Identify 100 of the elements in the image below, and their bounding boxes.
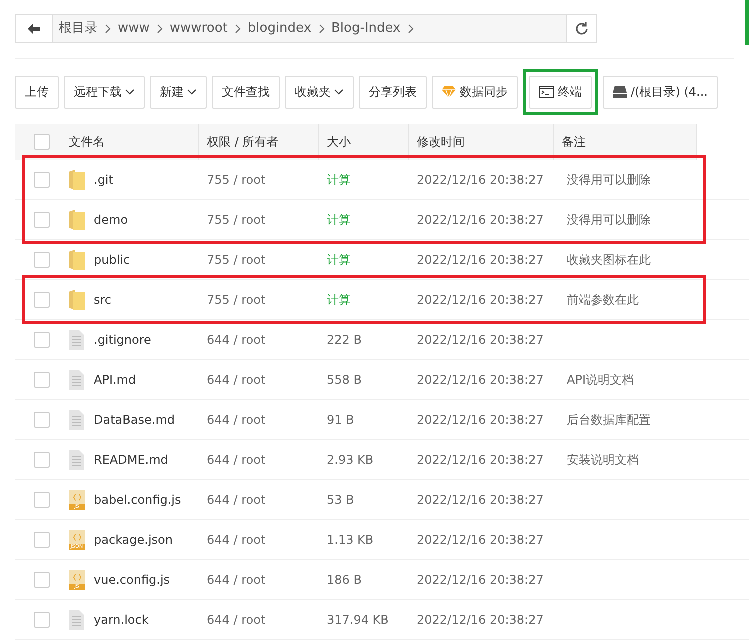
modified-time: 2022/12/16 20:38:27 [417,412,544,426]
modified-time: 2022/12/16 20:38:27 [417,372,544,386]
size-text: 186 B [327,572,362,586]
toolbar-button[interactable]: 文件查找 [212,76,280,108]
braces-icon [72,534,82,540]
permission-text: 644 / root [207,372,266,386]
gem-icon [442,86,456,98]
modified-time: 2022/12/16 20:38:27 [417,532,544,546]
file-name[interactable]: .gitignore [94,332,152,346]
size-text: 53 B [327,492,354,506]
toolbar-button[interactable]: 新建 [150,76,207,108]
file-name[interactable]: API.md [94,372,136,386]
permission-text: 644 / root [207,532,266,546]
select-all-checkbox[interactable] [34,134,50,150]
row-checkbox[interactable] [34,612,50,628]
modified-time: 2022/12/16 20:38:27 [417,492,544,506]
modified-time: 2022/12/16 20:38:27 [417,572,544,586]
toolbar-button[interactable]: 远程下载 [64,76,145,108]
modified-time: 2022/12/16 20:38:27 [417,212,544,226]
note-text: 没得用可以删除 [567,212,651,226]
file-name[interactable]: .git [94,172,114,186]
document-icon [69,450,84,470]
row-checkbox[interactable] [34,332,50,348]
note-text: API说明文档 [567,372,634,386]
folder-icon [69,250,85,270]
file-name[interactable]: babel.config.js [94,492,182,506]
row-checkbox[interactable] [34,492,50,508]
toolbar-button[interactable]: /(根目录) (4... [603,76,718,108]
modified-time: 2022/12/16 20:38:27 [417,292,544,306]
file-name[interactable]: src [94,292,112,306]
toolbar-button[interactable]: 分享列表 [359,76,427,108]
modified-time: 2022/12/16 20:38:27 [417,252,544,266]
file-name[interactable]: demo [94,212,128,226]
column-header[interactable]: 修改时间 [417,133,465,151]
breadcrumb-item[interactable]: 根目录 [59,18,98,38]
file-name[interactable]: public [94,252,130,266]
modified-time: 2022/12/16 20:38:27 [417,172,544,186]
row-checkbox[interactable] [34,172,50,188]
document-icon [69,610,84,630]
file-name[interactable]: yarn.lock [94,612,149,626]
disk-icon [613,86,627,98]
row-checkbox[interactable] [34,372,50,388]
toolbar-button[interactable]: 数据同步 [432,76,518,108]
row-checkbox[interactable] [34,292,50,308]
permission-text: 644 / root [207,412,266,426]
braces-icon [72,574,82,580]
note-text: 后台数据库配置 [567,412,651,426]
terminal-icon [539,86,554,98]
back-arrow-icon [28,24,40,34]
permission-text: 644 / root [207,572,266,586]
note-text: 前端参数在此 [567,292,639,306]
size-text: 558 B [327,372,362,386]
refresh-button[interactable] [566,15,596,42]
permission-text: 644 / root [207,492,266,506]
row-checkbox[interactable] [34,212,50,228]
chevron-icon [234,24,241,34]
row-checkbox[interactable] [34,532,50,548]
column-header[interactable]: 大小 [327,133,351,151]
size-text: 317.94 KB [327,612,389,626]
column-header[interactable]: 文件名 [69,133,105,151]
breadcrumb-item[interactable]: www [118,18,150,38]
file-name[interactable]: package.json [94,532,174,546]
size-text: 2.93 KB [327,452,374,466]
file-name[interactable]: vue.config.js [94,572,170,586]
file-name[interactable]: README.md [94,452,168,466]
chevron-icon [408,24,414,34]
permission-text: 644 / root [207,612,266,626]
column-header[interactable]: 权限 / 所有者 [207,133,279,151]
document-icon [69,410,84,430]
refresh-icon [574,22,588,36]
toolbar-button[interactable]: 上传 [15,76,59,108]
note-text: 没得用可以删除 [567,172,651,186]
row-checkbox[interactable] [34,452,50,468]
folder-icon [69,170,85,190]
permission-text: 755 / root [207,212,266,226]
chevron-icon [318,24,325,34]
braces-icon [72,494,82,500]
folder-icon [69,210,85,230]
permission-text: 644 / root [207,452,266,466]
column-header[interactable]: 备注 [562,133,586,151]
chevron-icon [156,24,163,34]
toolbar-button[interactable]: 收藏夹 [285,76,354,108]
file-name[interactable]: DataBase.md [94,412,175,426]
breadcrumb-item[interactable]: blogindex [248,18,312,38]
permission-text: 755 / root [207,292,266,306]
breadcrumb-item[interactable]: Blog-Index [332,18,401,38]
permission-text: 644 / root [207,332,266,346]
folder-icon [69,290,85,310]
row-checkbox[interactable] [34,252,50,268]
permission-text: 755 / root [207,172,266,186]
document-icon [69,330,84,350]
size-text: 91 B [327,412,354,426]
toolbar-button[interactable]: 终端 [529,76,592,108]
size-text: 1.13 KB [327,532,374,546]
back-button[interactable] [16,15,53,42]
breadcrumb-item[interactable]: wwwroot [170,18,228,38]
row-checkbox[interactable] [34,412,50,428]
modified-time: 2022/12/16 20:38:27 [417,452,544,466]
note-text: 安装说明文档 [567,452,639,466]
row-checkbox[interactable] [34,572,50,588]
